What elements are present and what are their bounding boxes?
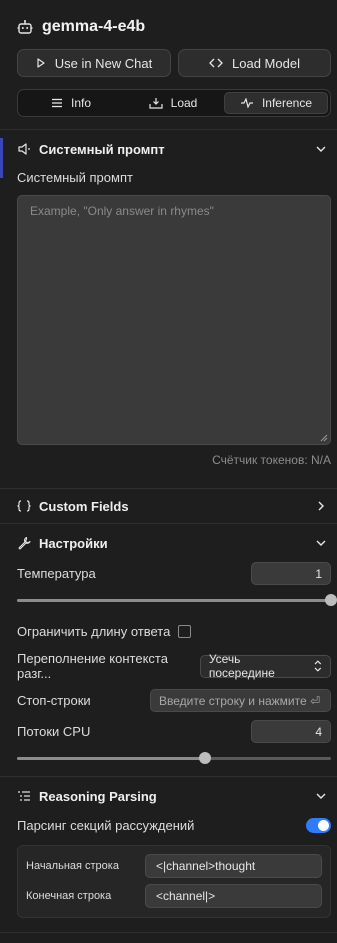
play-icon [37,58,45,68]
reasoning-header[interactable]: Reasoning Parsing [0,777,337,815]
list-icon [51,98,62,108]
reasoning-parse-label: Парсинг секций рассуждений [17,817,195,833]
custom-fields-section: Custom Fields [0,489,337,524]
system-prompt-textarea[interactable]: Example, "Only answer in rhymes" [17,195,331,445]
cpu-threads-input[interactable]: 4 [251,720,331,743]
slider-fill [17,757,206,760]
settings-section: Настройки Температура 1 Ограничить длину… [0,524,337,777]
temperature-slider[interactable] [17,593,337,607]
robot-icon [17,20,33,34]
system-prompt-placeholder: Example, "Only answer in rhymes" [30,204,214,218]
code-icon [209,58,223,68]
stop-strings-label: Стоп-строки [17,693,91,708]
temperature-label: Температура [17,566,96,581]
stop-strings-row: Стоп-строки Введите строку и нажмите ⏎ [0,689,337,712]
tab-info[interactable]: Info [20,92,122,114]
chevron-down-icon [316,146,326,152]
load-model-button[interactable]: Load Model [178,49,331,77]
temperature-input[interactable]: 1 [251,562,331,585]
use-in-new-chat-label: Use in New Chat [54,55,153,71]
tab-inference[interactable]: Inference [224,92,328,114]
bracket-icon [17,500,31,512]
cpu-threads-slider[interactable] [17,751,331,765]
limit-length-label: Ограничить длину ответа [17,623,171,639]
overflow-select[interactable]: Усечь посередине [199,652,331,680]
settings-title: Настройки [39,535,108,551]
settings-header[interactable]: Настройки [0,524,337,562]
tab-inference-label: Inference [261,96,313,110]
load-model-label: Load Model [232,55,300,71]
stop-strings-input[interactable]: Введите строку и нажмите ⏎ [150,689,331,712]
slider-thumb[interactable] [325,594,337,606]
model-header: gemma-4-e4b Use in New Chat Load Model I… [0,0,337,130]
resize-grip-icon[interactable] [320,434,328,442]
overflow-label: Переполнение контекста разг... [17,651,168,681]
pulse-icon [240,98,253,108]
system-prompt-title: Системный промпт [39,141,165,157]
tab-bar: Info Load Inference [17,89,331,117]
system-prompt-header[interactable]: Системный промпт [0,130,337,168]
tab-load-label: Load [170,96,198,110]
cpu-threads-label: Потоки CPU [17,724,91,739]
start-string-label: Начальная строка [26,860,119,872]
cpu-threads-row: Потоки CPU 4 [0,720,337,743]
token-counter: Счётчик токенов: N/A [212,453,331,467]
reasoning-parse-toggle[interactable] [306,817,331,833]
system-prompt-section: Системный промпт Системный промпт Exampl… [0,130,337,489]
tab-load[interactable]: Load [122,92,224,114]
wrench-icon [18,536,31,550]
reasoning-section: Reasoning Parsing Парсинг секций рассужд… [0,777,337,933]
list-parse-icon [18,791,30,801]
tab-info-label: Info [70,96,91,110]
toggle-knob [318,819,329,831]
overflow-value: Усечь посередине [208,652,275,680]
end-string-row: Конечная строка <channel|> [26,881,322,911]
slider-thumb[interactable] [199,752,212,764]
custom-fields-header[interactable]: Custom Fields [0,489,337,523]
limit-length-row: Ограничить длину ответа [0,621,337,641]
system-prompt-field-label: Системный промпт [17,170,133,185]
reasoning-parse-row: Парсинг секций рассуждений [0,815,337,835]
custom-fields-title: Custom Fields [39,498,129,514]
start-string-input[interactable]: <|channel>thought [145,854,322,878]
slider-fill [17,599,331,602]
overflow-row: Переполнение контекста разг... Усечь пос… [0,651,337,681]
end-string-input[interactable]: <channel|> [145,884,322,908]
limit-length-checkbox[interactable] [178,624,192,638]
reasoning-title: Reasoning Parsing [39,788,157,804]
temperature-row: Температура 1 [0,562,337,585]
load-icon [149,98,163,109]
chevron-down-icon [316,793,326,799]
speaker-icon [18,143,30,155]
start-string-row: Начальная строка <|channel>thought [26,851,322,881]
chevron-right-icon [318,501,324,511]
use-in-new-chat-button[interactable]: Use in New Chat [17,49,171,77]
reasoning-strings-panel: Начальная строка <|channel>thought Конеч… [17,845,331,918]
chevron-down-icon [316,540,326,546]
model-name: gemma-4-e4b [42,18,146,35]
end-string-label: Конечная строка [26,890,112,902]
chevron-updown-icon [314,660,322,672]
